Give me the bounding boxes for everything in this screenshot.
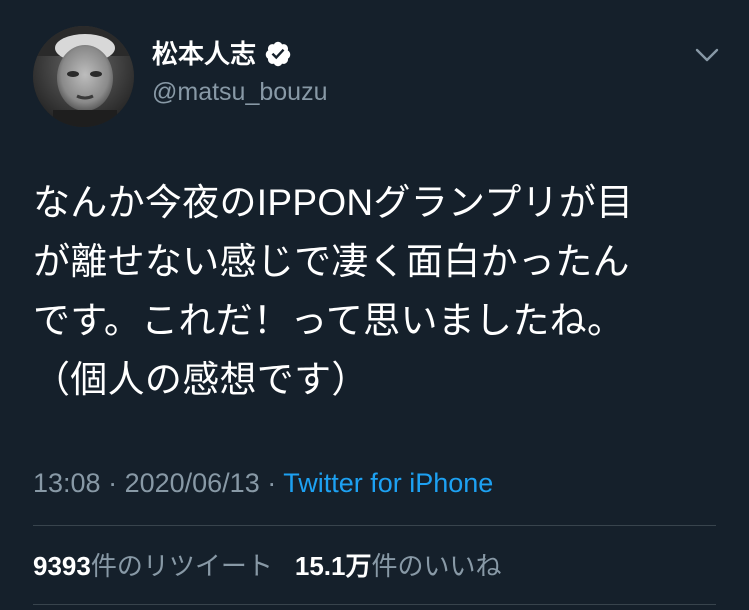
likes-count: 15.1万	[294, 551, 372, 581]
tweet-text: なんか今夜のIPPONグランプリが目 が離せない感じで凄く面白かったん です。これだ…	[33, 173, 703, 409]
display-name[interactable]: 松本人志	[152, 38, 256, 70]
user-handle[interactable]: @matsu_bouzu	[152, 76, 327, 108]
avatar[interactable]	[33, 26, 134, 127]
tweet-date[interactable]: 2020/06/13	[125, 468, 260, 498]
chevron-down-icon[interactable]	[692, 40, 722, 70]
tweet-line: です。これだ！って思いましたね。	[33, 300, 625, 341]
name-row: 松本人志	[152, 38, 292, 70]
verified-badge-icon	[264, 40, 292, 68]
tweet-stats: 9393件のリツイート 15.1万件のいいね	[33, 549, 501, 583]
meta-separator: ·	[259, 468, 284, 498]
meta-separator: ·	[100, 468, 125, 498]
tweet-line: なんか今夜のIPPONグランプリが目	[33, 182, 634, 223]
likes-label: 件のいいね	[371, 551, 502, 581]
tweet-line: （個人の感想です）	[33, 359, 369, 400]
divider	[33, 525, 716, 526]
likes-stat[interactable]: 15.1万件のいいね	[295, 549, 502, 583]
tweet-time[interactable]: 13:08	[33, 468, 101, 498]
divider	[33, 604, 716, 605]
tweet-card: 松本人志 @matsu_bouzu なんか今夜のIPPONグランプリが目 が離せな…	[0, 0, 749, 610]
tweet-source-link[interactable]: Twitter for iPhone	[283, 468, 493, 498]
tweet-line: が離せない感じで凄く面白かったん	[33, 241, 630, 282]
retweets-label: 件のリツイート	[90, 551, 273, 581]
retweets-stat[interactable]: 9393件のリツイート	[33, 549, 273, 583]
retweets-count: 9393	[33, 551, 91, 581]
avatar-photo	[33, 26, 134, 127]
tweet-meta: 13:08 · 2020/06/13 · Twitter for iPhone	[33, 466, 493, 500]
